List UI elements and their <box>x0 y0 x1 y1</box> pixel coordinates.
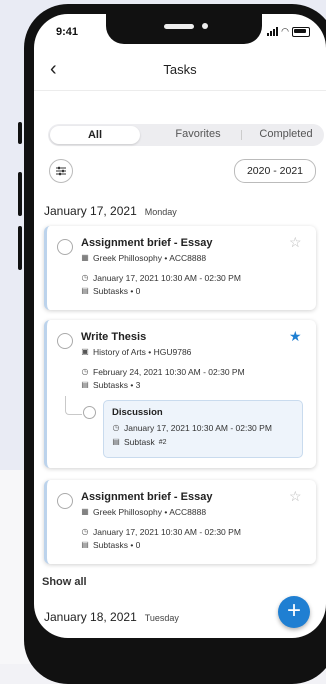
task-subtasks: ▤ Subtasks • 0 <box>81 540 140 550</box>
nav-header: ‹ Tasks <box>34 50 326 91</box>
course-text: Greek Phillosophy • ACC8888 <box>93 253 207 263</box>
subtasks-text: Subtasks • 0 <box>93 286 141 296</box>
subtasks-text: Subtasks • 0 <box>93 540 141 550</box>
clipboard-icon: ▤ <box>81 286 89 295</box>
app-screen: 9:41 ◠ ‹ Tasks All Favorites Completed 2… <box>34 14 326 638</box>
clipboard-icon: ▤ <box>81 540 89 549</box>
task-card[interactable]: Write Thesis ★ ▣ History of Arts • HGU978… <box>44 320 316 468</box>
status-time: 9:41 <box>56 26 79 38</box>
task-time: ◷ February 24, 2021 10:30 AM - 02:30 PM <box>81 367 245 377</box>
task-time: ◷ January 17, 2021 10:30 AM - 02:30 PM <box>81 527 241 537</box>
task-title: Assignment brief - Essay <box>81 491 213 503</box>
task-card[interactable]: Assignment brief - Essay ☆ ▦ Greek Phillo… <box>44 480 316 564</box>
date-heading: January 17, 2021 Monday <box>44 204 177 218</box>
star-outline-icon[interactable]: ☆ <box>289 488 302 505</box>
task-checkbox[interactable] <box>57 239 73 255</box>
subtask-card[interactable]: Discussion ◷ January 17, 2021 10:30 AM - … <box>103 400 303 458</box>
task-course: ▦ Greek Phillosophy • ACC8888 <box>81 253 206 263</box>
sliders-icon <box>56 166 66 176</box>
subtask-connector <box>65 396 82 415</box>
date-heading: January 18, 2021 Tuesday <box>44 610 179 624</box>
book-icon: ▣ <box>81 347 89 356</box>
task-title: Write Thesis <box>81 331 147 343</box>
subtask-label: ▤ Subtask #2 <box>112 437 167 447</box>
task-checkbox[interactable] <box>57 333 73 349</box>
signal-icon <box>267 27 279 36</box>
filter-button[interactable] <box>49 159 73 183</box>
task-course: ▦ Greek Phillosophy • ACC8888 <box>81 507 206 517</box>
mute-switch <box>18 122 22 144</box>
institution-icon: ▦ <box>81 507 89 516</box>
wifi-icon: ◠ <box>281 26 289 36</box>
institution-icon: ▦ <box>81 253 89 262</box>
tab-all[interactable]: All <box>50 126 140 144</box>
clock-icon: ◷ <box>81 273 89 282</box>
task-course: ▣ History of Arts • HGU9786 <box>81 347 191 357</box>
page-title: Tasks <box>163 62 197 77</box>
task-subtasks: ▤ Subtasks • 3 <box>81 380 140 390</box>
time-text: January 17, 2021 10:30 AM - 02:30 PM <box>93 527 241 537</box>
status-icons: ◠ <box>267 26 310 37</box>
subtask-checkbox[interactable] <box>83 406 96 419</box>
clock-icon: ◷ <box>112 423 120 432</box>
star-outline-icon[interactable]: ☆ <box>289 234 302 251</box>
day-of-week: Tuesday <box>144 613 179 623</box>
task-time: ◷ January 17, 2021 10:30 AM - 02:30 PM <box>81 273 241 283</box>
camera <box>202 23 208 29</box>
clipboard-icon: ▤ <box>81 380 89 389</box>
segment-divider <box>241 130 242 140</box>
clock-icon: ◷ <box>81 367 89 376</box>
volume-up-button <box>18 172 22 216</box>
star-filled-icon[interactable]: ★ <box>289 328 302 345</box>
subtasks-text: Subtasks • 3 <box>93 380 141 390</box>
battery-icon <box>292 26 310 37</box>
phone-frame: 9:41 ◠ ‹ Tasks All Favorites Completed 2… <box>24 4 326 684</box>
subtask-number: #2 <box>158 438 167 446</box>
tab-favorites[interactable]: Favorites <box>158 128 238 140</box>
subtask-label-text: Subtask <box>124 437 155 447</box>
time-text: January 17, 2021 10:30 AM - 02:30 PM <box>124 423 272 433</box>
task-checkbox[interactable] <box>57 493 73 509</box>
time-text: February 24, 2021 10:30 AM - 02:30 PM <box>93 367 245 377</box>
task-title: Assignment brief - Essay <box>81 237 213 249</box>
show-all-link[interactable]: Show all <box>42 576 87 588</box>
volume-down-button <box>18 226 22 270</box>
task-subtasks: ▤ Subtasks • 0 <box>81 286 140 296</box>
course-text: History of Arts • HGU9786 <box>93 347 192 357</box>
date-label: January 18, 2021 <box>44 610 137 624</box>
subtask-time: ◷ January 17, 2021 10:30 AM - 02:30 PM <box>112 423 272 433</box>
day-of-week: Monday <box>144 207 177 217</box>
tab-completed[interactable]: Completed <box>244 128 326 140</box>
speaker <box>164 24 194 29</box>
add-task-button[interactable]: + <box>278 596 310 628</box>
course-text: Greek Phillosophy • ACC8888 <box>93 507 207 517</box>
subtask-title: Discussion <box>112 407 163 418</box>
clock-icon: ◷ <box>81 527 89 536</box>
clipboard-icon: ▤ <box>112 437 120 446</box>
task-card[interactable]: Assignment brief - Essay ☆ ▦ Greek Phillo… <box>44 226 316 310</box>
date-label: January 17, 2021 <box>44 204 137 218</box>
notch <box>106 14 262 44</box>
segmented-control: All Favorites Completed <box>48 124 324 146</box>
year-selector[interactable]: 2020 - 2021 <box>234 159 316 183</box>
time-text: January 17, 2021 10:30 AM - 02:30 PM <box>93 273 241 283</box>
